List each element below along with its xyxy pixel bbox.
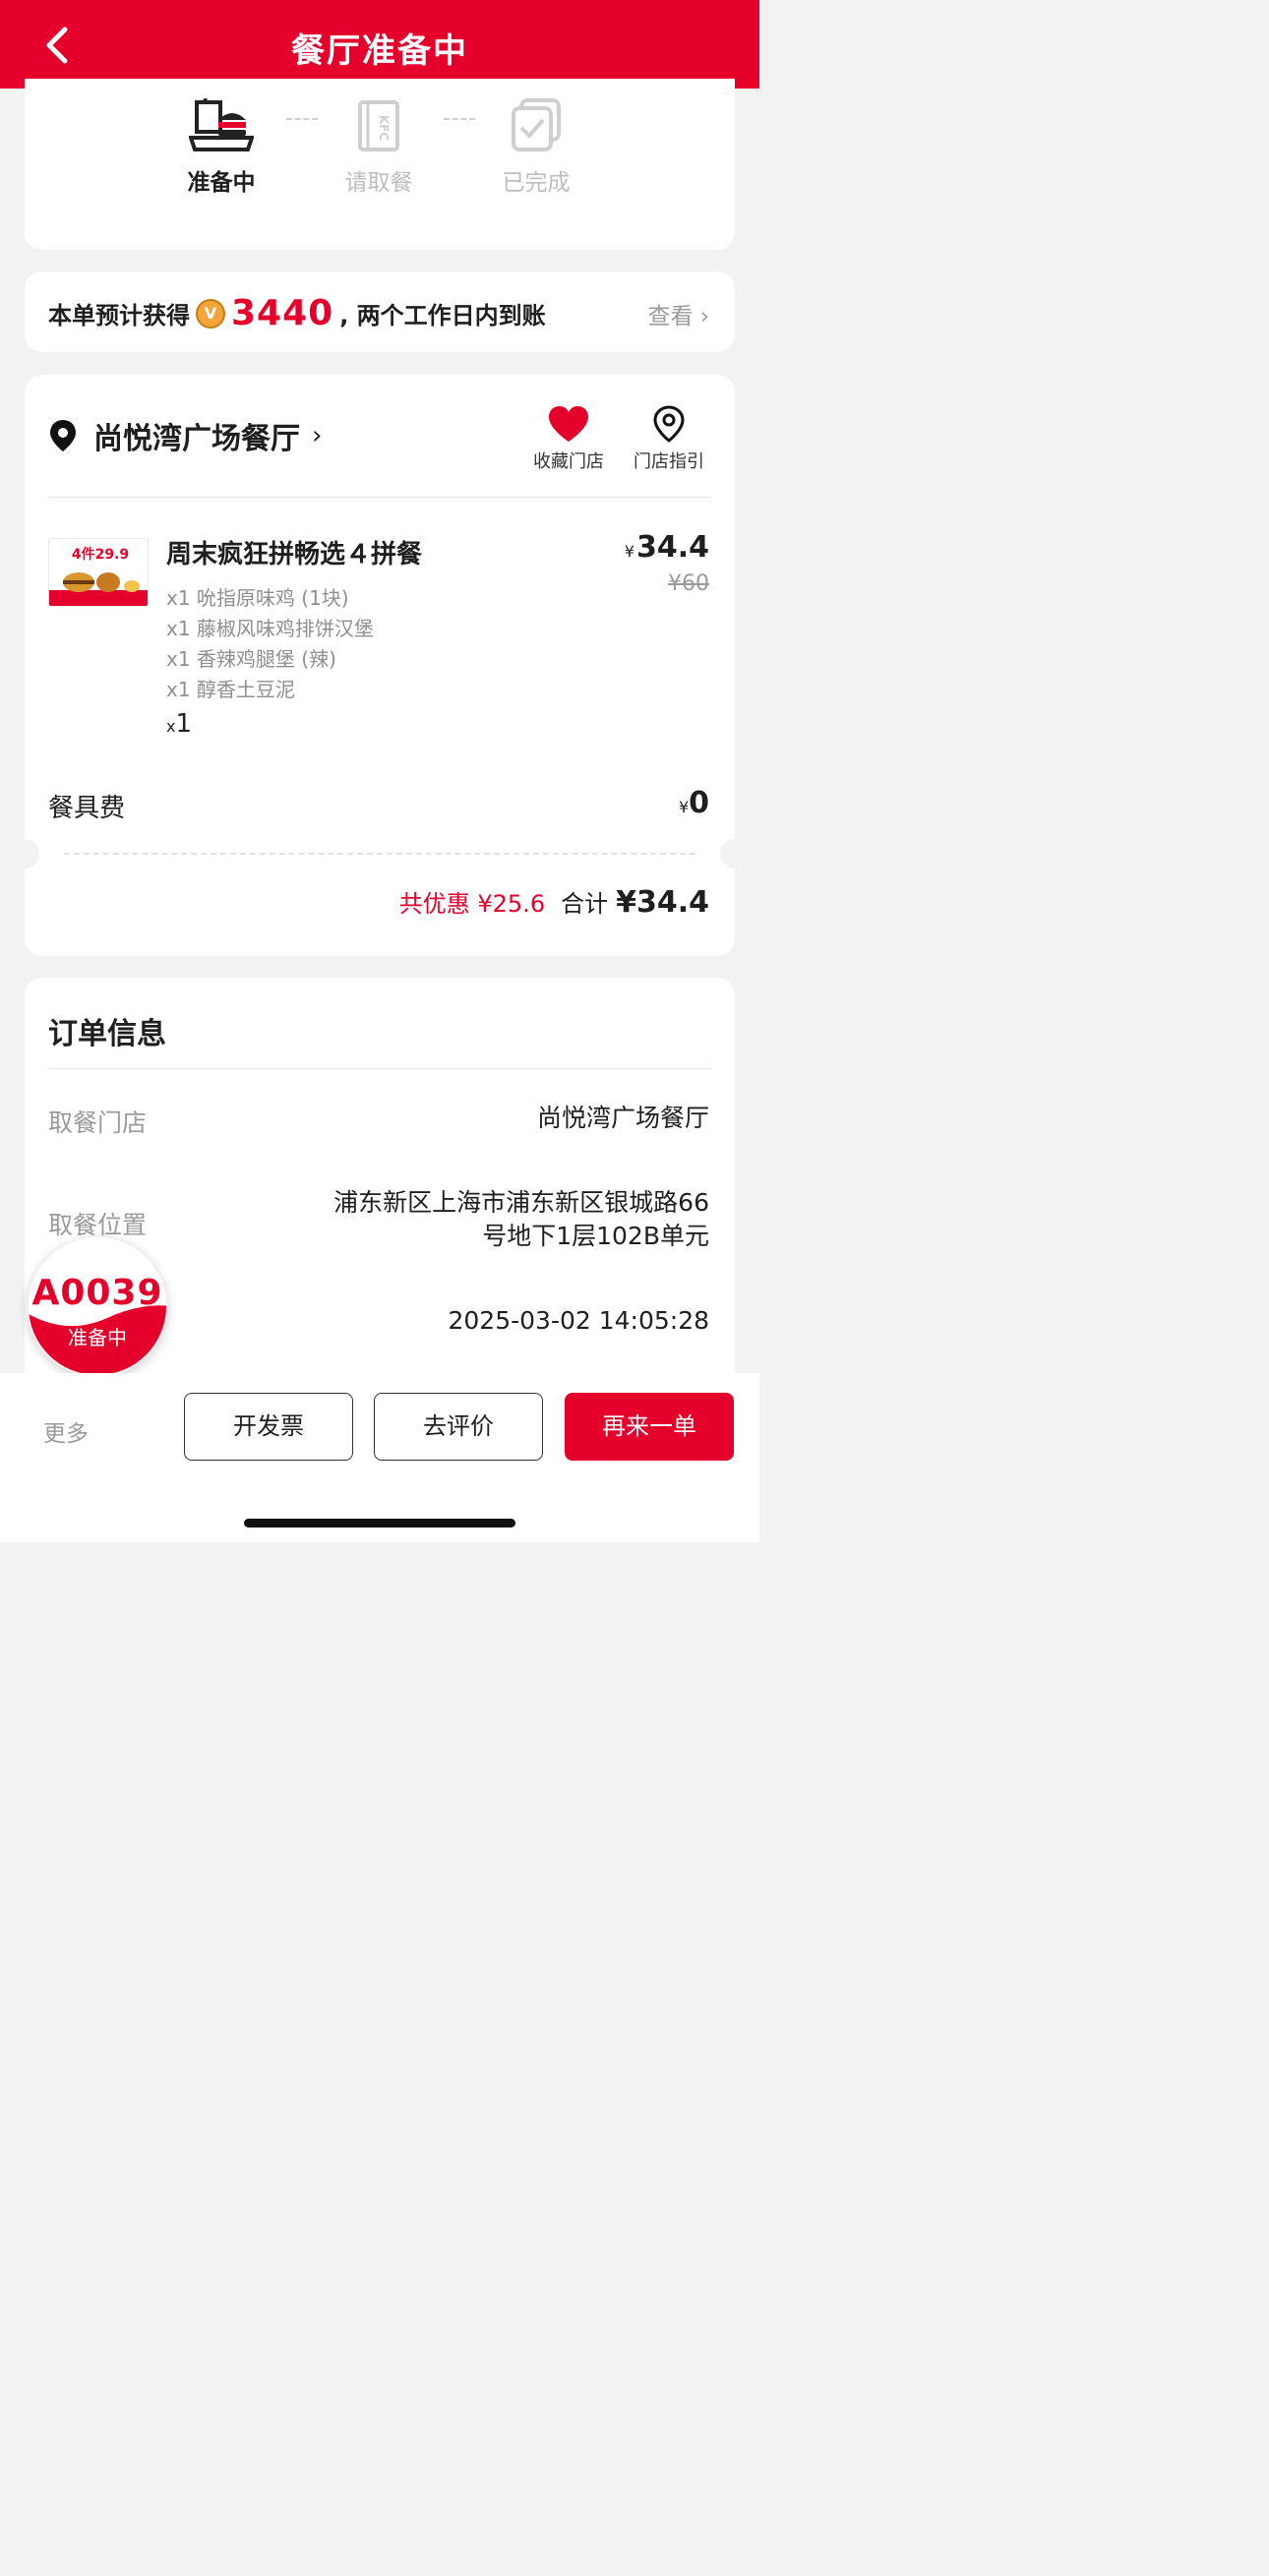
checked-cards-icon xyxy=(512,98,561,151)
price-value: 34.4 xyxy=(635,530,709,565)
product-image-badge: 4件29.9 xyxy=(72,546,129,563)
step-pickup: KFC 请取餐 xyxy=(320,98,438,197)
address-line: 浦东新区上海市浦东新区银城路66 xyxy=(333,1188,709,1217)
kfc-bag-icon: KFC xyxy=(358,100,399,151)
v-coin-icon: V xyxy=(196,298,225,329)
pickup-store-label: 取餐门店 xyxy=(48,1108,148,1137)
favorite-store-button[interactable]: 收藏门店 xyxy=(524,404,613,473)
bottom-action-bar: 更多 开发票 去评价 再来一单 xyxy=(0,1373,759,1542)
product-quantity: x1 xyxy=(166,709,192,739)
store-name: 尚悦湾广场餐厅 xyxy=(93,422,300,456)
list-item: x1 香辣鸡腿堡 (辣) xyxy=(166,647,336,671)
original-price: ¥60 xyxy=(668,571,709,596)
step-complete: 已完成 xyxy=(477,98,595,197)
points-text: 本单预计获得 V 3440 , 两个工作日内到账 xyxy=(48,293,546,333)
ticket-notch xyxy=(720,839,750,869)
favorite-label: 收藏门店 xyxy=(533,451,604,472)
ticket-notch xyxy=(10,839,39,869)
pickup-store-value: 尚悦湾广场餐厅 xyxy=(536,1104,709,1132)
location-pin-icon xyxy=(50,420,76,451)
points-amount: 3440 xyxy=(231,293,334,333)
total-amount: ¥34.4 xyxy=(616,885,709,920)
total-label: 合计 xyxy=(561,890,609,918)
view-points-link[interactable]: 查看 › xyxy=(647,297,709,330)
more-button[interactable]: 更多 xyxy=(43,1414,89,1448)
dashed-divider xyxy=(64,853,695,855)
section-title: 订单信息 xyxy=(48,1017,166,1051)
guide-label: 门店指引 xyxy=(634,451,704,472)
currency-symbol: ¥ xyxy=(624,542,634,561)
step-label: 请取餐 xyxy=(344,170,413,196)
svg-text:KFC: KFC xyxy=(377,115,391,141)
order-progress-card: 准备中 KFC 请取餐 已完成 xyxy=(25,79,735,250)
list-item: x1 吮指原味鸡 (1块) xyxy=(166,586,349,610)
burger-tray-icon xyxy=(189,98,254,151)
store-link[interactable]: 尚悦湾广场餐厅 › xyxy=(48,414,322,457)
list-item: x1 醇香土豆泥 xyxy=(166,678,295,701)
chevron-right-icon: › xyxy=(312,421,323,450)
step-label: 准备中 xyxy=(187,170,256,196)
heart-icon xyxy=(549,406,588,442)
invoice-button[interactable]: 开发票 xyxy=(184,1393,353,1461)
list-item: x1 藤椒风味鸡排饼汉堡 xyxy=(166,617,374,640)
reorder-button[interactable]: 再来一单 xyxy=(565,1393,734,1461)
order-total: 共优惠 ¥25.6 合计 ¥34.4 xyxy=(399,884,709,920)
address-line: 号地下1层102B单元 xyxy=(482,1222,709,1250)
step-connector xyxy=(286,118,318,120)
points-card: 本单预计获得 V 3440 , 两个工作日内到账 查看 › xyxy=(25,271,735,352)
divider xyxy=(48,1068,711,1069)
chevron-right-icon: › xyxy=(699,304,709,329)
view-label: 查看 xyxy=(647,304,694,329)
product-name: 周末疯狂拼畅选４拼餐 xyxy=(166,540,423,569)
step-preparing: 准备中 xyxy=(162,98,280,197)
step-connector xyxy=(444,118,475,120)
discount-text: 共优惠 ¥25.6 xyxy=(398,890,546,918)
order-time-value: 2025-03-02 14:05:28 xyxy=(448,1306,709,1335)
order-card: 尚悦湾广场餐厅 › 收藏门店 门店指引 4件29.9 周末疯狂拼畅选４拼餐 x1… xyxy=(10,375,750,956)
pickup-code-badge[interactable]: A0039 准备中 xyxy=(27,1235,168,1377)
store-guide-button[interactable]: 门店指引 xyxy=(625,404,713,473)
pickup-code: A0039 xyxy=(31,1273,163,1313)
pickup-status: 准备中 xyxy=(68,1326,127,1349)
product-item-list: x1 吮指原味鸡 (1块) x1 藤椒风味鸡排饼汉堡 x1 香辣鸡腿堡 (辣) … xyxy=(166,583,374,705)
map-pin-outline-icon xyxy=(653,405,685,443)
header-bar: 餐厅准备中 xyxy=(0,0,759,89)
points-suffix: , 两个工作日内到账 xyxy=(339,302,546,329)
review-button[interactable]: 去评价 xyxy=(374,1393,543,1461)
points-prefix: 本单预计获得 xyxy=(48,302,190,329)
utensil-fee-label: 餐具费 xyxy=(48,794,126,823)
step-label: 已完成 xyxy=(502,170,571,196)
home-indicator[interactable] xyxy=(244,1519,515,1528)
page-title: 餐厅准备中 xyxy=(291,31,468,71)
product-price: ¥34.4 xyxy=(625,530,709,565)
qty-value: 1 xyxy=(175,709,193,739)
product-image: 4件29.9 xyxy=(48,538,149,607)
fee-amount: 0 xyxy=(689,786,709,820)
pickup-location-value: 浦东新区上海市浦东新区银城路66 号地下1层102B单元 xyxy=(333,1186,709,1253)
utensil-fee-value: ¥0 xyxy=(679,786,709,820)
currency-symbol: ¥ xyxy=(678,798,690,816)
divider xyxy=(48,497,711,498)
